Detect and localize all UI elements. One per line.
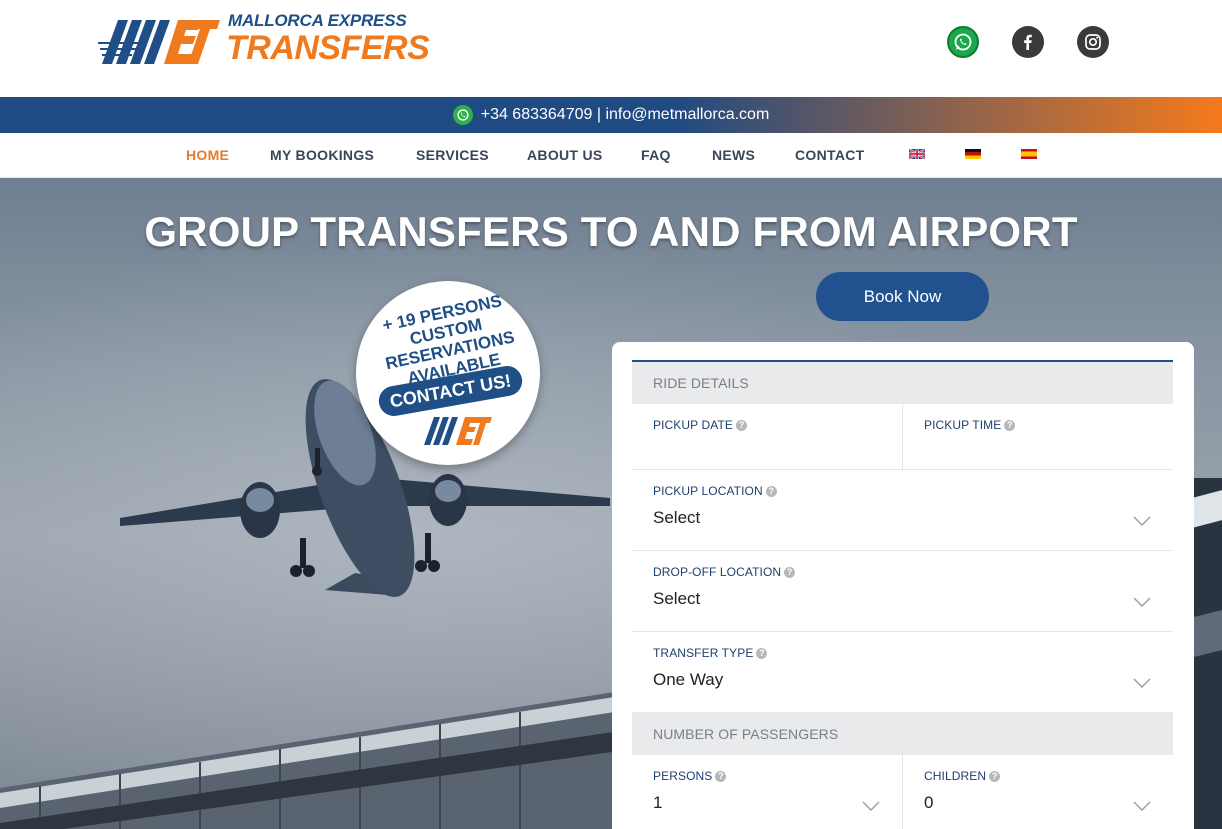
transfer-type-select[interactable]: TRANSFER TYPE? One Way (632, 632, 1173, 712)
booking-form: RIDE DETAILS PICKUP DATE? PICKUP TIME? P… (612, 342, 1194, 829)
transfer-type-row: TRANSFER TYPE? One Way (632, 632, 1173, 713)
nav-about-us[interactable]: ABOUT US (527, 147, 603, 163)
facebook-icon (1024, 34, 1032, 50)
children-label: CHILDREN? (924, 769, 1153, 783)
help-icon[interactable]: ? (765, 485, 777, 497)
dropoff-location-select[interactable]: DROP-OFF LOCATION? Select (632, 551, 1173, 631)
chevron-down-icon[interactable] (1133, 597, 1151, 607)
dropoff-location-row: DROP-OFF LOCATION? Select (632, 551, 1173, 632)
logo-text-top: MALLORCA EXPRESS (228, 11, 407, 30)
instagram-icon (1085, 34, 1101, 50)
transfer-type-label: TRANSFER TYPE? (653, 646, 1153, 660)
passengers-header: NUMBER OF PASSENGERS (632, 713, 1173, 755)
passengers-row: PERSONS? 1 CHILDREN? 0 (632, 755, 1173, 829)
persons-value[interactable]: 1 (653, 793, 882, 813)
pickup-time-label: PICKUP TIME? (924, 418, 1153, 432)
date-time-row: PICKUP DATE? PICKUP TIME? (632, 404, 1173, 470)
children-value[interactable]: 0 (924, 793, 1153, 813)
transfer-type-value[interactable]: One Way (653, 670, 1153, 690)
pickup-date-field[interactable]: PICKUP DATE? (632, 404, 902, 469)
pickup-location-row: PICKUP LOCATION? Select (632, 470, 1173, 551)
contact-bar: +34 683364709 | info@metmallorca.com (0, 97, 1222, 133)
chevron-down-icon[interactable] (1133, 678, 1151, 688)
pickup-location-value[interactable]: Select (653, 508, 1153, 528)
logo-text-bottom: TRANSFERS (226, 29, 430, 67)
pickup-location-label: PICKUP LOCATION? (653, 484, 1153, 498)
chevron-down-icon[interactable] (862, 801, 880, 811)
pickup-time-field[interactable]: PICKUP TIME? (902, 404, 1173, 469)
ride-details-header: RIDE DETAILS (632, 362, 1173, 404)
uk-flag-icon[interactable] (909, 149, 925, 159)
nav-contact[interactable]: CONTACT (795, 147, 865, 163)
met-badge-logo-icon (424, 417, 492, 445)
whatsapp-icon (954, 33, 972, 51)
book-now-button[interactable]: Book Now (816, 272, 989, 321)
help-icon[interactable]: ? (989, 770, 1001, 782)
nav-faq[interactable]: FAQ (641, 147, 671, 163)
hero-title: GROUP TRANSFERS TO AND FROM AIRPORT (144, 208, 1078, 255)
main-nav: HOME MY BOOKINGS SERVICES ABOUT US FAQ N… (0, 133, 1222, 178)
nav-my-bookings[interactable]: MY BOOKINGS (270, 147, 374, 163)
help-icon[interactable]: ? (756, 647, 768, 659)
jet-bridge-graphic (0, 688, 640, 829)
whatsapp-link[interactable] (947, 26, 979, 58)
pickup-location-select[interactable]: PICKUP LOCATION? Select (632, 470, 1173, 550)
dropoff-location-value[interactable]: Select (653, 589, 1153, 609)
booking-form-body: RIDE DETAILS PICKUP DATE? PICKUP TIME? P… (632, 360, 1173, 829)
children-select[interactable]: CHILDREN? 0 (902, 755, 1173, 829)
site-logo[interactable]: MALLORCA EXPRESS TRANSFERS (98, 10, 430, 72)
dropoff-location-label: DROP-OFF LOCATION? (653, 565, 1153, 579)
pickup-date-label: PICKUP DATE? (653, 418, 882, 432)
instagram-link[interactable] (1077, 26, 1109, 58)
help-icon[interactable]: ? (715, 770, 727, 782)
group-reservation-badge[interactable]: + 19 PERSONS CUSTOM RESERVATIONS AVAILAB… (356, 281, 540, 465)
whatsapp-small-icon (452, 105, 473, 125)
met-logo-icon (98, 20, 220, 64)
nav-services[interactable]: SERVICES (416, 147, 489, 163)
help-icon[interactable]: ? (736, 419, 748, 431)
site-header: MALLORCA EXPRESS TRANSFERS (0, 0, 1222, 97)
chevron-down-icon[interactable] (1133, 801, 1151, 811)
facebook-link[interactable] (1012, 26, 1044, 58)
nav-news[interactable]: NEWS (712, 147, 755, 163)
germany-flag-icon[interactable] (965, 149, 981, 159)
help-icon[interactable]: ? (1004, 419, 1016, 431)
chevron-down-icon[interactable] (1133, 516, 1151, 526)
nav-home[interactable]: HOME (186, 147, 229, 163)
help-icon[interactable]: ? (784, 566, 796, 578)
persons-select[interactable]: PERSONS? 1 (632, 755, 902, 829)
spain-flag-icon[interactable] (1021, 149, 1037, 159)
persons-label: PERSONS? (653, 769, 882, 783)
contact-text[interactable]: +34 683364709 | info@metmallorca.com (481, 106, 770, 124)
